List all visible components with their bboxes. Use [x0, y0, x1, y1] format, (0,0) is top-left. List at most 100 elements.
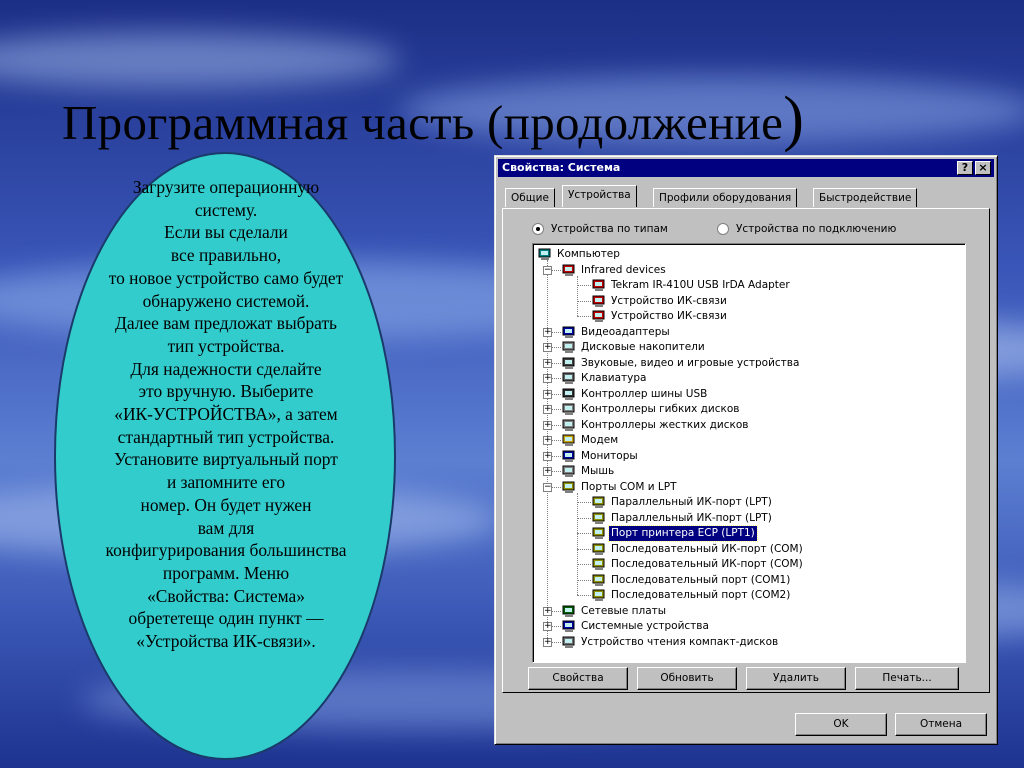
instruction-line: номер. Он будет нужен: [140, 494, 312, 515]
instruction-line: систему.: [194, 199, 258, 220]
help-button[interactable]: ?: [957, 161, 973, 175]
ok-button[interactable]: OK: [795, 713, 887, 736]
tab-devices[interactable]: Устройства: [562, 185, 637, 207]
radio-by-connection[interactable]: Устройства по подключению: [717, 223, 896, 235]
cancel-button[interactable]: Отмена: [895, 713, 987, 736]
expand-icon[interactable]: +: [543, 327, 552, 337]
expand-icon[interactable]: +: [543, 622, 552, 631]
expand-icon[interactable]: +: [543, 358, 552, 368]
tree-item-label: Мониторы: [581, 449, 638, 462]
tree-item[interactable]: + Устройство чтения компакт-дисков: [533, 635, 963, 650]
tree-item[interactable]: + Мониторы: [533, 449, 963, 464]
tree-item[interactable]: Компьютер: [533, 247, 963, 262]
tree-item[interactable]: + Мышь: [533, 464, 963, 479]
tree-item[interactable]: + Звуковые, видео и игровые устройства: [533, 356, 963, 371]
tree-item[interactable]: + Модем: [533, 433, 963, 448]
system-devices-icon: [561, 620, 576, 633]
tree-item-label: Контроллеры гибких дисков: [581, 403, 740, 415]
refresh-button[interactable]: Обновить: [637, 667, 737, 690]
remove-button[interactable]: Удалить: [746, 667, 846, 690]
tree-item[interactable]: Последовательный ИК-порт (COM): [533, 557, 963, 572]
tree-item-label: Последовательный ИК-порт (COM): [611, 542, 803, 555]
instruction-line: стандартный тип устройства.: [117, 426, 335, 447]
tree-item-label: Последовательный порт (COM1): [611, 573, 791, 586]
tree-item[interactable]: Параллельный ИК-порт (LPT): [533, 511, 963, 526]
slide-title-paren: ): [783, 85, 805, 153]
tree-item[interactable]: + Контроллер шины USB: [533, 387, 963, 402]
instruction-line: все правильно,: [170, 245, 282, 266]
infrared-icon: [591, 279, 606, 292]
instruction-line: Загрузите операционную: [132, 177, 320, 197]
tree-item[interactable]: Порт принтера ECP (LPT1): [533, 525, 963, 542]
device-tree-inner: Компьютер − Infrared devices Tekram IR-410U…: [533, 244, 965, 662]
tree-item[interactable]: Параллельный ИК-порт (LPT): [533, 495, 963, 510]
tree-item-label: Сетевые платы: [581, 604, 667, 617]
tree-item[interactable]: + Сетевые платы: [533, 604, 963, 619]
sound-icon: [561, 357, 576, 370]
expand-icon[interactable]: +: [543, 405, 552, 414]
tree-item[interactable]: + Контроллеры жестких дисков: [533, 418, 963, 433]
tree-item-label: Устройство ИК-связи: [611, 294, 727, 307]
port-icon: [591, 589, 606, 602]
slide-title-text: Программная часть (продолжение: [62, 95, 784, 150]
tab-general[interactable]: Общие: [505, 188, 555, 207]
port-icon: [591, 527, 606, 540]
tree-item-label: Устройство ИК-связи: [611, 310, 727, 322]
tree-item-label: Параллельный ИК-порт (LPT): [611, 496, 772, 508]
port-icon: [591, 512, 606, 525]
tree-item[interactable]: Устройство ИК-связи: [533, 309, 963, 324]
device-tree[interactable]: Компьютер − Infrared devices Tekram IR-410U…: [532, 243, 966, 663]
tree-item[interactable]: − Infrared devices: [533, 263, 963, 278]
instruction-line: Для надежности сделайте: [130, 358, 322, 379]
properties-button[interactable]: Свойства: [528, 667, 628, 690]
radio-by-type-dot[interactable]: [532, 223, 544, 235]
expand-icon[interactable]: +: [543, 451, 552, 461]
tree-item[interactable]: Устройство ИК-связи: [533, 294, 963, 309]
collapse-icon[interactable]: −: [543, 482, 552, 492]
tree-item-label: Tekram IR-410U USB IrDA Adapter: [611, 279, 790, 291]
tree-item-label: Клавиатура: [581, 372, 647, 384]
close-button[interactable]: ×: [975, 161, 991, 175]
instruction-line: Если вы сделали: [164, 222, 288, 243]
tree-item[interactable]: + Системные устройства: [533, 619, 963, 634]
expand-icon[interactable]: +: [543, 436, 552, 445]
expand-icon[interactable]: +: [543, 420, 552, 430]
tree-item[interactable]: Последовательный ИК-порт (COM): [533, 542, 963, 557]
keyboard-icon: [561, 372, 576, 385]
collapse-icon[interactable]: −: [543, 265, 552, 275]
instruction-line: Далее вам предложат выбрать: [114, 313, 337, 334]
tab-performance[interactable]: Быстродействие: [813, 188, 918, 207]
network-card-icon: [561, 605, 576, 618]
tree-item[interactable]: − Порты COM и LPT: [533, 480, 963, 495]
print-button[interactable]: Печать...: [855, 667, 959, 690]
tree-item[interactable]: + Дисковые накопители: [533, 340, 963, 355]
radio-by-connection-dot[interactable]: [717, 223, 729, 235]
expand-icon[interactable]: +: [543, 637, 552, 647]
tree-item[interactable]: Последовательный порт (COM2): [533, 588, 963, 603]
expand-icon[interactable]: +: [543, 343, 552, 352]
instruction-line: «ИК-УСТРОЙСТВА», а затем: [114, 404, 338, 425]
instruction-line: то новое устройство само будет: [108, 267, 344, 288]
tree-item-label: Контроллер шины USB: [581, 387, 708, 400]
dialog-title-bar[interactable]: Свойства: Система ? ×: [498, 159, 994, 177]
port-icon: [561, 481, 576, 494]
tree-item[interactable]: Tekram IR-410U USB IrDA Adapter: [533, 278, 963, 293]
tree-item[interactable]: + Видеоадаптеры: [533, 325, 963, 340]
radio-by-type[interactable]: Устройства по типам: [532, 223, 668, 235]
tree-item[interactable]: Последовательный порт (COM1): [533, 573, 963, 588]
expand-icon[interactable]: +: [543, 389, 552, 399]
tab-hardware-profiles[interactable]: Профили оборудования: [653, 188, 798, 207]
hdd-controller-icon: [561, 419, 576, 432]
expand-icon[interactable]: +: [543, 374, 552, 383]
tree-item[interactable]: + Клавиатура: [533, 371, 963, 386]
instruction-line: обрететеще один пункт —: [128, 608, 324, 629]
tree-item-label: Контроллеры жестких дисков: [581, 418, 749, 431]
monitor-icon: [561, 450, 576, 463]
expand-icon[interactable]: +: [543, 606, 552, 616]
infrared-icon: [591, 295, 606, 308]
tree-item-label: Последовательный порт (COM2): [611, 589, 791, 601]
tree-item[interactable]: + Контроллеры гибких дисков: [533, 402, 963, 417]
tree-item-label: Устройство чтения компакт-дисков: [581, 635, 779, 648]
expand-icon[interactable]: +: [543, 467, 552, 476]
tree-item-label: Системные устройства: [581, 620, 709, 632]
